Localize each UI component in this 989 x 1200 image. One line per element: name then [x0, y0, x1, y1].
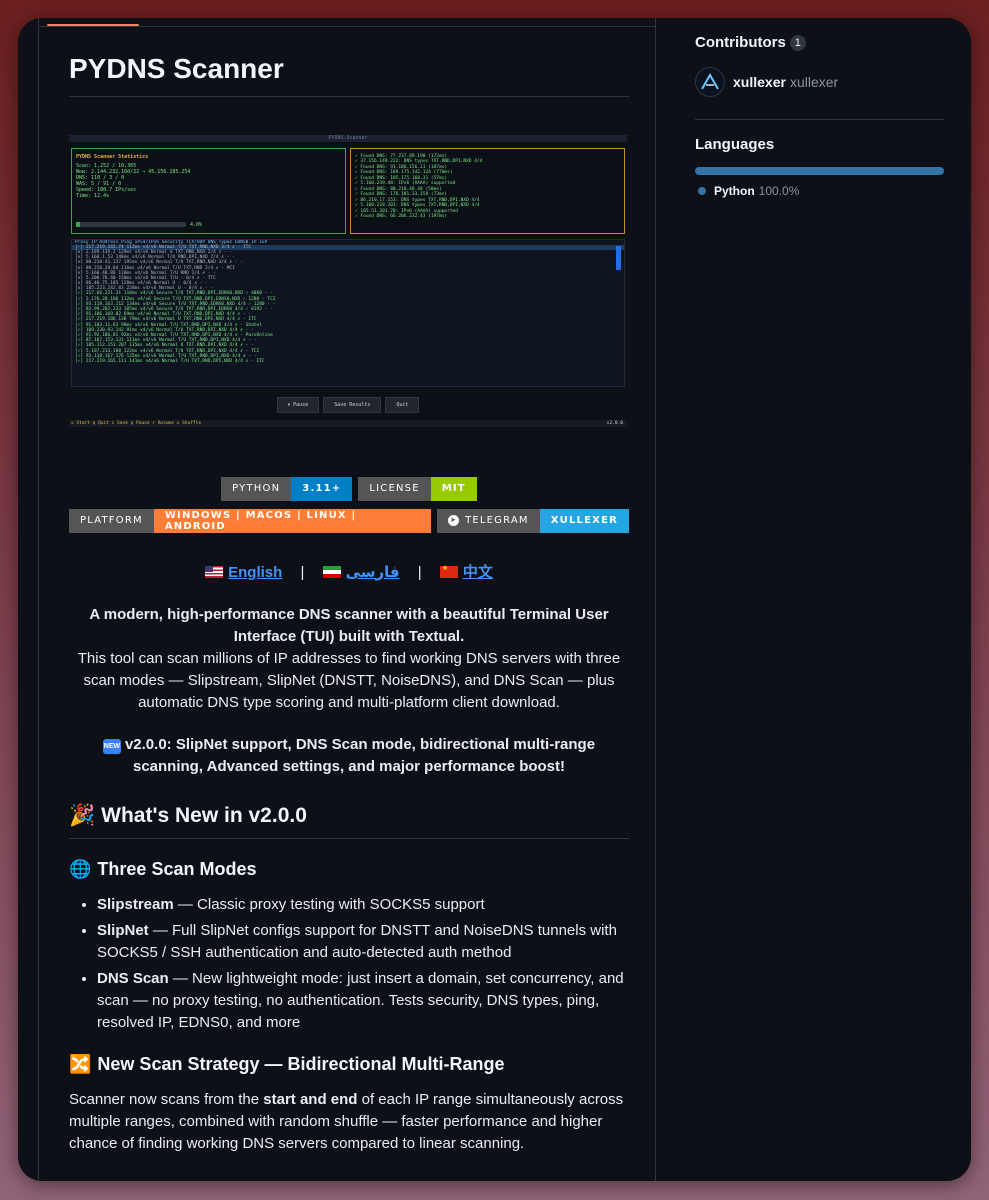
scan-modes-heading-text: Three Scan Modes: [97, 858, 257, 879]
platform-badge-label: PLATFORM: [69, 508, 154, 533]
tui-footer: s Start q Quit c Save p Pause r Resume x…: [69, 419, 627, 427]
telegram-badge-value: XULLEXER: [539, 508, 629, 533]
telegram-icon: ➤: [448, 515, 460, 527]
contributors-heading[interactable]: Contributors 1: [695, 34, 806, 51]
lang-link-chinese[interactable]: 中文: [463, 564, 493, 581]
avatar[interactable]: [695, 67, 725, 97]
license-badge-label: LICENSE: [358, 476, 431, 501]
strategy-pre: Scanner now scans from the: [69, 1090, 264, 1108]
badge-row-2: PLATFORM WINDOWS | MACOS | LINUX | ANDRO…: [69, 508, 629, 533]
contributors-section: Contributors 1 xullexer xullexer: [695, 34, 944, 97]
badge-row-1: PYTHON 3.11+ LICENSE MIT: [69, 476, 629, 501]
avatar-logo-icon: [701, 72, 719, 90]
tui-stats-lines: Scan: 1,252 / 10,365 Now: 2.144.232.160/2…: [76, 163, 341, 199]
tui-button[interactable]: Save Results: [323, 396, 382, 413]
contributors-count: 1: [789, 35, 806, 51]
strategy-bold: start and end: [263, 1090, 358, 1108]
release-news-text: v2.0.0: SlipNet support, DNS Scan mode, …: [124, 735, 596, 775]
tui-button[interactable]: ⏸ Pause: [276, 396, 320, 413]
mode-name: SlipNet: [97, 921, 149, 939]
sidebar-divider: [695, 119, 944, 120]
lang-link-farsi[interactable]: فارسی: [346, 564, 400, 581]
tui-button[interactable]: Quit: [385, 396, 420, 413]
strategy-heading-text: New Scan Strategy — Bidirectional Multi-…: [97, 1053, 505, 1074]
mode-desc: — Full SlipNet configs support for DNSTT…: [97, 921, 617, 961]
license-badge-value: MIT: [430, 476, 477, 501]
scan-modes-list: Slipstream — Classic proxy testing with …: [69, 894, 629, 1034]
mode-desc: — New lightweight mode: just insert a do…: [97, 969, 624, 1031]
tui-version: v2.0.0: [606, 420, 623, 426]
telegram-badge[interactable]: ➤ TELEGRAM XULLEXER: [437, 508, 629, 533]
languages-heading: Languages: [695, 136, 775, 153]
us-flag-icon: [205, 565, 224, 578]
telegram-badge-label: TELEGRAM: [465, 515, 529, 527]
table-row[interactable]: [✓] 217.219.165.111 141ms v4/v6 Normal T…: [72, 359, 624, 364]
intro-text: This tool can scan millions of IP addres…: [77, 649, 621, 711]
tab-divider: [39, 26, 655, 27]
tui-keybindings: s Start q Quit c Save p Pause r Resume x…: [71, 420, 202, 426]
tui-stats-line: Time: 12.4s: [76, 192, 110, 199]
lang-separator: |: [417, 563, 422, 581]
list-item: Slipstream — Classic proxy testing with …: [97, 894, 629, 916]
china-flag-icon: [439, 564, 458, 578]
contributor-name: xullexer: [789, 74, 839, 90]
iran-flag-icon: [322, 565, 341, 578]
github-repo-window: PYDNS Scanner PYDNS-Scanner PYDNS Scanne…: [18, 18, 971, 1181]
tui-stats-heading: PYDNS Scanner Statistics: [76, 153, 149, 160]
shuffle-icon: 🔀: [69, 1053, 92, 1074]
language-percent: 100.0%: [758, 184, 800, 198]
tui-scrollbar: [616, 245, 621, 270]
active-tab-indicator: [47, 24, 139, 26]
party-popper-icon: 🎉: [69, 803, 96, 827]
lang-link-english[interactable]: English: [228, 564, 282, 581]
page-title: PYDNS Scanner: [69, 52, 629, 97]
languages-section: Languages Python 100.0%: [695, 136, 944, 198]
language-name: Python: [714, 184, 755, 198]
scan-modes-heading: 🌐 Three Scan Modes: [69, 859, 629, 880]
tui-stats-panel: PYDNS Scanner Statistics Scan: 1,252 / 1…: [71, 147, 346, 234]
readme-panel: PYDNS Scanner PYDNS-Scanner PYDNS Scanne…: [38, 18, 656, 1181]
intro-bold: A modern, high-performance DNS scanner w…: [89, 605, 609, 645]
release-news: NEW v2.0.0: SlipNet support, DNS Scan mod…: [69, 734, 629, 778]
telegram-badge-label-wrap: ➤ TELEGRAM: [437, 508, 540, 533]
whats-new-heading-text: What's New in v2.0.0: [101, 803, 307, 827]
tui-log-panel: ✓ Found DNS: 77.237.89.190 (172ms) ✓ 37.1…: [350, 147, 625, 234]
whats-new-heading: 🎉 What's New in v2.0.0: [69, 804, 629, 839]
intro-paragraph: A modern, high-performance DNS scanner w…: [69, 604, 629, 714]
platform-badge[interactable]: PLATFORM WINDOWS | MACOS | LINUX | ANDRO…: [69, 508, 432, 533]
list-item: DNS Scan — New lightweight mode: just in…: [97, 968, 629, 1034]
language-item-python[interactable]: Python 100.0%: [695, 184, 944, 198]
tui-window-title: PYDNS-Scanner: [69, 134, 627, 142]
tui-button-bar: ⏸ Pause Save Results Quit: [69, 396, 627, 413]
new-icon: NEW: [102, 738, 121, 754]
tui-log-line: ✓ Found DNS: 66.206.232.43 (197ms): [355, 214, 448, 220]
mode-desc: — Classic proxy testing with SOCKS5 supp…: [173, 895, 485, 913]
mode-name: DNS Scan: [97, 969, 169, 987]
globe-icon: 🌐: [69, 858, 92, 879]
lang-separator: |: [300, 563, 305, 581]
list-item: SlipNet — Full SlipNet configs support f…: [97, 920, 629, 964]
language-links: English | فارسی | 中文: [69, 561, 629, 582]
platform-badge-value: WINDOWS | MACOS | LINUX | ANDROID: [153, 508, 432, 533]
python-badge[interactable]: PYTHON 3.11+: [221, 476, 353, 501]
language-bar: [695, 167, 944, 175]
tui-progress-bar: [76, 221, 186, 227]
readme-content: PYDNS Scanner PYDNS-Scanner PYDNS Scanne…: [69, 52, 629, 1155]
strategy-paragraph: Scanner now scans from the start and end…: [69, 1089, 629, 1155]
tui-results-table: Proxy IP Address Ping IPv4/IPv6 Security…: [71, 238, 625, 387]
contributors-heading-text: Contributors: [695, 34, 786, 51]
repo-sidebar: Contributors 1 xullexer xullexer Language…: [695, 18, 944, 198]
python-badge-value: 3.11+: [291, 476, 353, 501]
tui-progress-label: 4.0%: [190, 221, 203, 228]
license-badge[interactable]: LICENSE MIT: [358, 476, 477, 501]
contributor-login[interactable]: xullexer: [733, 74, 786, 90]
contributor-entry[interactable]: xullexer xullexer: [695, 67, 944, 97]
strategy-heading: 🔀 New Scan Strategy — Bidirectional Multi…: [69, 1054, 629, 1075]
python-badge-label: PYTHON: [221, 476, 292, 501]
mode-name: Slipstream: [97, 895, 174, 913]
tui-table-body: [-] 217.219.165.74 112ms v4/v6 Normal T/…: [72, 244, 624, 364]
language-color-dot: [698, 187, 706, 195]
tui-screenshot: PYDNS-Scanner PYDNS Scanner Statistics S…: [69, 134, 627, 427]
